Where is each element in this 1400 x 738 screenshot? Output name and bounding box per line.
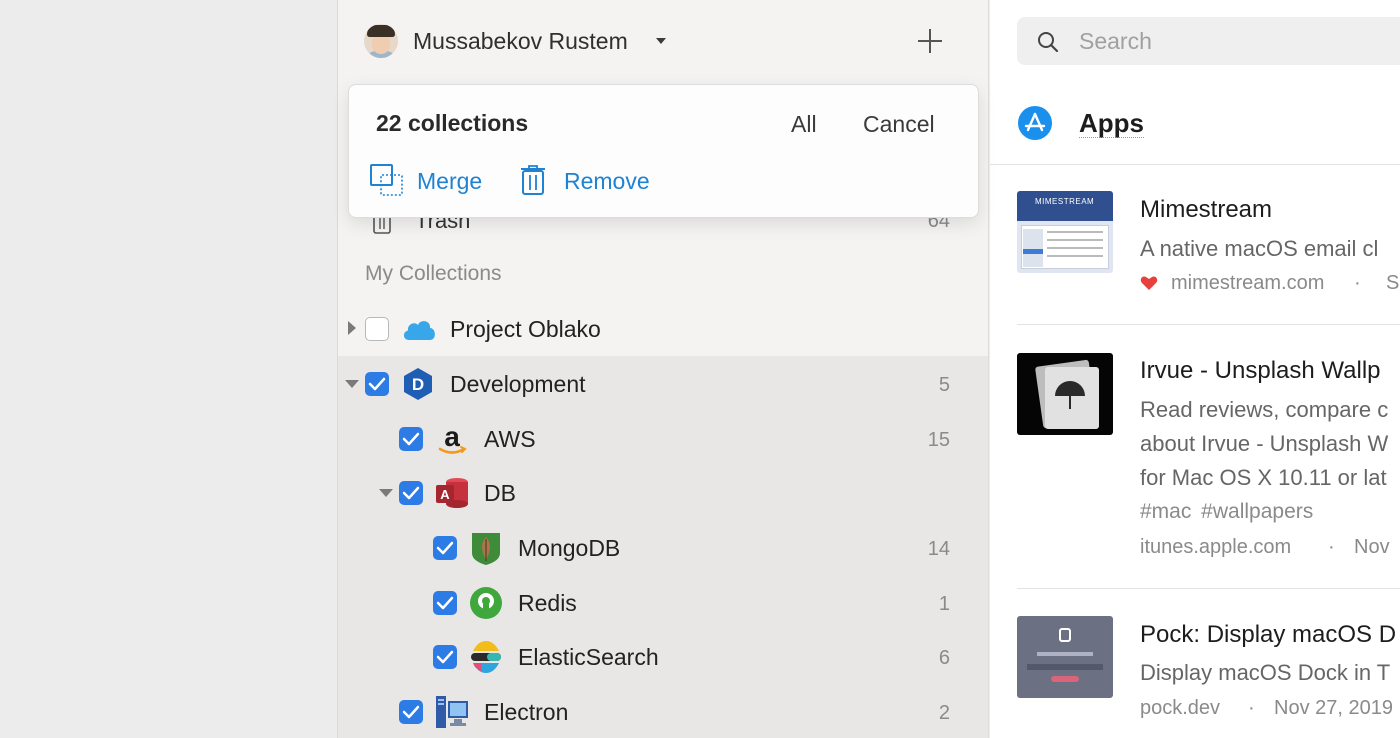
merge-button[interactable]: Merge xyxy=(417,168,482,195)
collection-count: 1 xyxy=(938,593,950,615)
bookmark-excerpt: for Mac OS X 10.11 or lat xyxy=(1140,465,1387,490)
collection-checkbox[interactable] xyxy=(399,427,423,451)
bookmark-excerpt: about Irvue - Unsplash W xyxy=(1140,431,1389,456)
collection-count: 15 xyxy=(927,429,950,451)
bookmark-excerpt: A native macOS email cl xyxy=(1140,236,1379,261)
svg-text:A: A xyxy=(440,487,450,502)
collection-label: Development xyxy=(450,371,586,397)
collection-label: MongoDB xyxy=(518,535,621,561)
selected-count: 22 collections xyxy=(376,110,529,136)
collection-checkbox[interactable] xyxy=(399,481,423,505)
background-window-area xyxy=(0,0,337,738)
disclosure-down-icon[interactable] xyxy=(345,380,359,388)
amazon-icon: a xyxy=(438,422,467,454)
collection-label: ElasticSearch xyxy=(518,644,659,670)
collection-row-redis[interactable]: Redis 1 xyxy=(338,575,988,630)
search-input[interactable] xyxy=(1079,26,1399,56)
collection-row-project-oblako[interactable]: Project Oblako xyxy=(338,301,988,356)
bookmark-tags[interactable]: #mac #wallpapers xyxy=(1140,500,1313,524)
bookmarks-panel: Apps MIMESTREAM Mimestream A native macO… xyxy=(990,0,1400,738)
search-icon xyxy=(1038,32,1059,53)
user-name: Mussabekov Rustem xyxy=(413,28,628,54)
collection-label: AWS xyxy=(484,426,536,452)
access-database-icon: A xyxy=(436,478,468,508)
bookmark-item[interactable]: MIMESTREAM Mimestream A native macOS ema… xyxy=(990,166,1400,325)
mongodb-leaf-icon xyxy=(472,533,500,565)
development-d-icon: D xyxy=(404,368,432,400)
bookmark-date: S xyxy=(1386,272,1400,294)
bookmark-thumbnail xyxy=(1017,616,1113,698)
collection-checkbox[interactable] xyxy=(433,591,457,615)
bookmark-item[interactable]: Pock: Display macOS D Display macOS Dock… xyxy=(990,589,1400,738)
collection-count: 14 xyxy=(927,538,950,560)
svg-text:D: D xyxy=(412,375,424,394)
app-store-icon xyxy=(1018,106,1052,140)
collection-header: Apps xyxy=(990,90,1400,165)
heart-icon xyxy=(1140,276,1158,290)
collection-count: 2 xyxy=(938,702,950,724)
remove-button[interactable]: Remove xyxy=(564,168,650,195)
collection-checkbox[interactable] xyxy=(433,536,457,560)
user-menu[interactable]: Mussabekov Rustem xyxy=(338,0,988,82)
bookmark-domain: mimestream.com xyxy=(1171,272,1325,294)
disclosure-down-icon[interactable] xyxy=(379,489,393,497)
bookmark-thumbnail: MIMESTREAM xyxy=(1017,191,1113,273)
bookmark-title[interactable]: Irvue - Unsplash Wallp xyxy=(1140,357,1381,385)
elasticsearch-icon xyxy=(471,641,501,673)
cancel-button[interactable]: Cancel xyxy=(863,111,935,138)
select-all-button[interactable]: All xyxy=(791,111,817,138)
meta-separator: · xyxy=(1328,536,1335,558)
redis-open-source-icon xyxy=(470,587,502,619)
collection-row-mongodb[interactable]: MongoDB 14 xyxy=(338,520,988,575)
bookmark-domain: itunes.apple.com xyxy=(1140,536,1292,558)
collection-checkbox[interactable] xyxy=(365,317,389,341)
bookmark-domain: pock.dev xyxy=(1140,697,1221,719)
section-title-my-collections: My Collections xyxy=(365,262,502,285)
svg-text:a: a xyxy=(444,422,460,452)
bookmark-title[interactable]: Pock: Display macOS D xyxy=(1140,621,1396,649)
collection-checkbox[interactable] xyxy=(399,700,423,724)
collection-checkbox[interactable] xyxy=(433,645,457,669)
bookmark-thumbnail xyxy=(1017,353,1113,435)
collection-label: Electron xyxy=(484,699,569,725)
trash-icon[interactable] xyxy=(520,164,546,196)
collection-label: DB xyxy=(484,480,516,506)
bookmark-title[interactable]: Mimestream xyxy=(1140,196,1272,224)
bookmark-date: Nov xyxy=(1354,536,1390,558)
collection-title[interactable]: Apps xyxy=(1079,109,1144,138)
bookmark-item[interactable]: Irvue - Unsplash Wallp Read reviews, com… xyxy=(990,325,1400,589)
bookmark-date: Nov 27, 2019 xyxy=(1274,697,1393,719)
cloud-icon xyxy=(403,321,435,340)
collection-label: Redis xyxy=(518,590,577,616)
search-box[interactable] xyxy=(1017,17,1400,65)
add-collection-button[interactable] xyxy=(918,29,942,53)
disclosure-right-icon[interactable] xyxy=(348,321,356,335)
computer-icon xyxy=(436,696,468,728)
collection-row-db[interactable]: A DB xyxy=(338,465,988,520)
bookmark-excerpt: Display macOS Dock in T xyxy=(1140,660,1391,685)
collection-checkbox[interactable] xyxy=(365,372,389,396)
chevron-down-icon[interactable] xyxy=(656,38,666,44)
meta-separator: · xyxy=(1248,697,1255,719)
merge-icon[interactable] xyxy=(370,164,404,196)
collection-count: 5 xyxy=(938,374,950,396)
collection-label: Project Oblako xyxy=(450,316,601,342)
meta-separator: · xyxy=(1354,272,1361,294)
collection-row-aws[interactable]: a AWS 15 xyxy=(338,411,988,466)
selection-popover: 22 collections All Cancel Merge Remove xyxy=(348,84,979,218)
collection-row-development[interactable]: D Development 5 xyxy=(338,356,988,411)
bookmark-excerpt: Read reviews, compare c xyxy=(1140,397,1389,422)
collection-count: 6 xyxy=(938,647,950,669)
avatar xyxy=(364,24,398,58)
collection-row-electron[interactable]: Electron 2 xyxy=(338,684,988,738)
collection-row-elasticsearch[interactable]: ElasticSearch 6 xyxy=(338,629,988,684)
